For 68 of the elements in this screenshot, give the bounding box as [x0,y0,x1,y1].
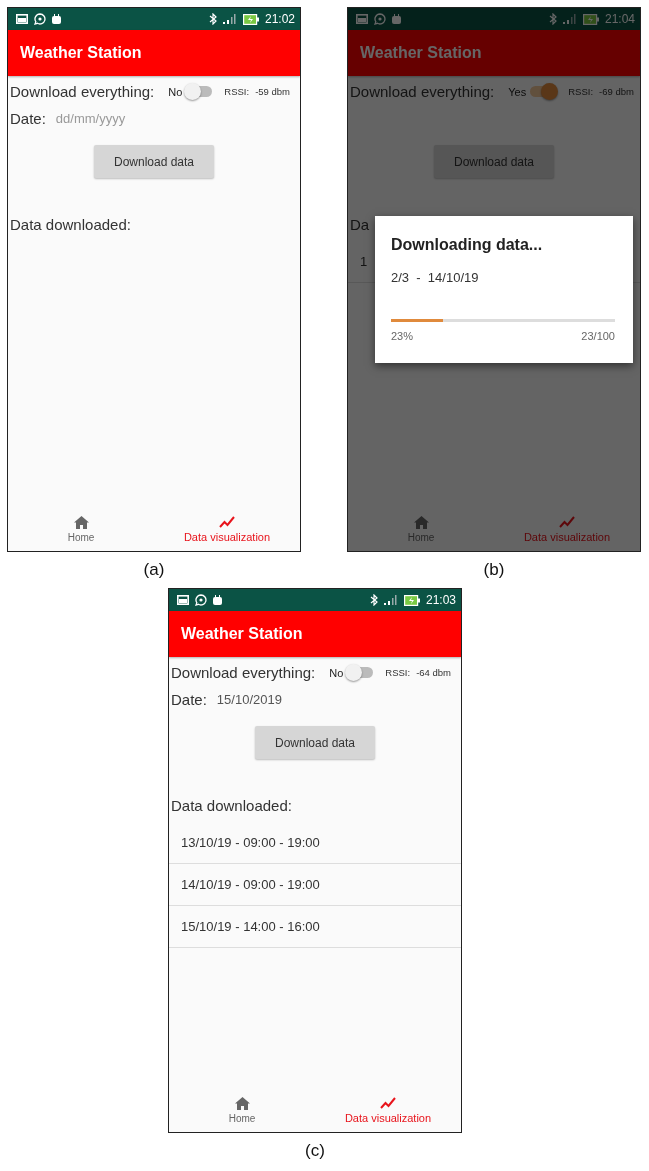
picture-icon [356,14,368,24]
chat-bubble-icon [195,594,207,606]
figure-caption: (c) [305,1141,325,1162]
app-title: Weather Station [20,44,142,62]
battery-icon [242,13,259,25]
line-chart-icon [559,515,575,528]
clock-time: 21:04 [604,12,635,26]
home-icon [73,515,89,529]
line-chart-icon [219,515,235,528]
picture-icon [177,595,189,605]
figure-caption: (a) [143,560,165,581]
rssi-value: -59 dbm [255,86,290,97]
data-downloaded-label: Data downloaded: [10,216,132,233]
line-chart-icon [380,1096,396,1109]
downloaded-data-item[interactable]: 15/10/19 - 14:00 - 16:00 [169,906,461,948]
chat-bubble-icon [374,13,386,25]
dialog-message: 2/3 - 14/10/19 [391,270,480,285]
toggle-switch[interactable] [186,86,213,97]
data-downloaded-label: Data downloaded: [171,797,293,814]
progress-count: 23/100 [581,330,615,342]
dialog-title: Downloading data... [391,236,544,254]
toggle-switch[interactable] [530,86,557,97]
rssi-label: RSSI: [385,667,411,678]
picture-icon [16,14,28,24]
battery-icon [582,13,599,25]
robot-icon [213,595,222,605]
switch-state-text: No [329,666,344,679]
battery-icon [403,594,420,606]
nav-tab[interactable]: Data visualization [315,1088,461,1132]
rssi-value: -64 dbm [416,667,451,678]
chat-bubble-icon [34,13,46,25]
signal-icon [222,14,237,24]
date-field[interactable]: 15/10/2019 [216,691,337,707]
switch-state-text: No [168,85,183,98]
download-everything-label: Download everything: [350,83,495,100]
download-data-button[interactable]: Download data [94,145,214,178]
nav-tab[interactable]: Home [8,507,154,551]
download-everything-label: Download everything: [10,83,155,100]
clock-time: 21:03 [425,593,456,607]
nav-tab[interactable]: Data visualization [154,507,300,551]
figure-caption: (b) [483,560,505,581]
date-label: Date: [171,690,207,708]
rssi-label: RSSI: [224,86,250,97]
rssi-value: -69 dbm [599,86,634,97]
toggle-switch[interactable] [347,667,374,678]
robot-icon [392,14,401,24]
clock-time: 21:02 [264,12,295,26]
robot-icon [52,14,61,24]
home-icon [413,515,429,529]
bluetooth-icon [369,594,378,606]
app-title: Weather Station [181,625,303,643]
download-data-button[interactable]: Download data [255,726,375,759]
date-label: Date: [10,109,46,127]
downloaded-data-item[interactable]: 13/10/19 - 09:00 - 19:00 [169,822,461,864]
progress-percent: 23% [391,330,414,342]
switch-state-text: Yes [508,85,527,98]
signal-icon [562,14,577,24]
date-field[interactable]: dd/mm/yyyy [55,110,176,126]
home-icon [234,1096,250,1110]
bluetooth-icon [208,13,217,25]
rssi-label: RSSI: [568,86,594,97]
signal-icon [383,595,398,605]
bluetooth-icon [548,13,557,25]
download-everything-label: Download everything: [171,664,316,681]
data-downloaded-label: Da [350,216,371,233]
downloaded-data-item[interactable]: 14/10/19 - 09:00 - 19:00 [169,864,461,906]
nav-tab[interactable]: Home [169,1088,315,1132]
app-title: Weather Station [360,44,482,62]
